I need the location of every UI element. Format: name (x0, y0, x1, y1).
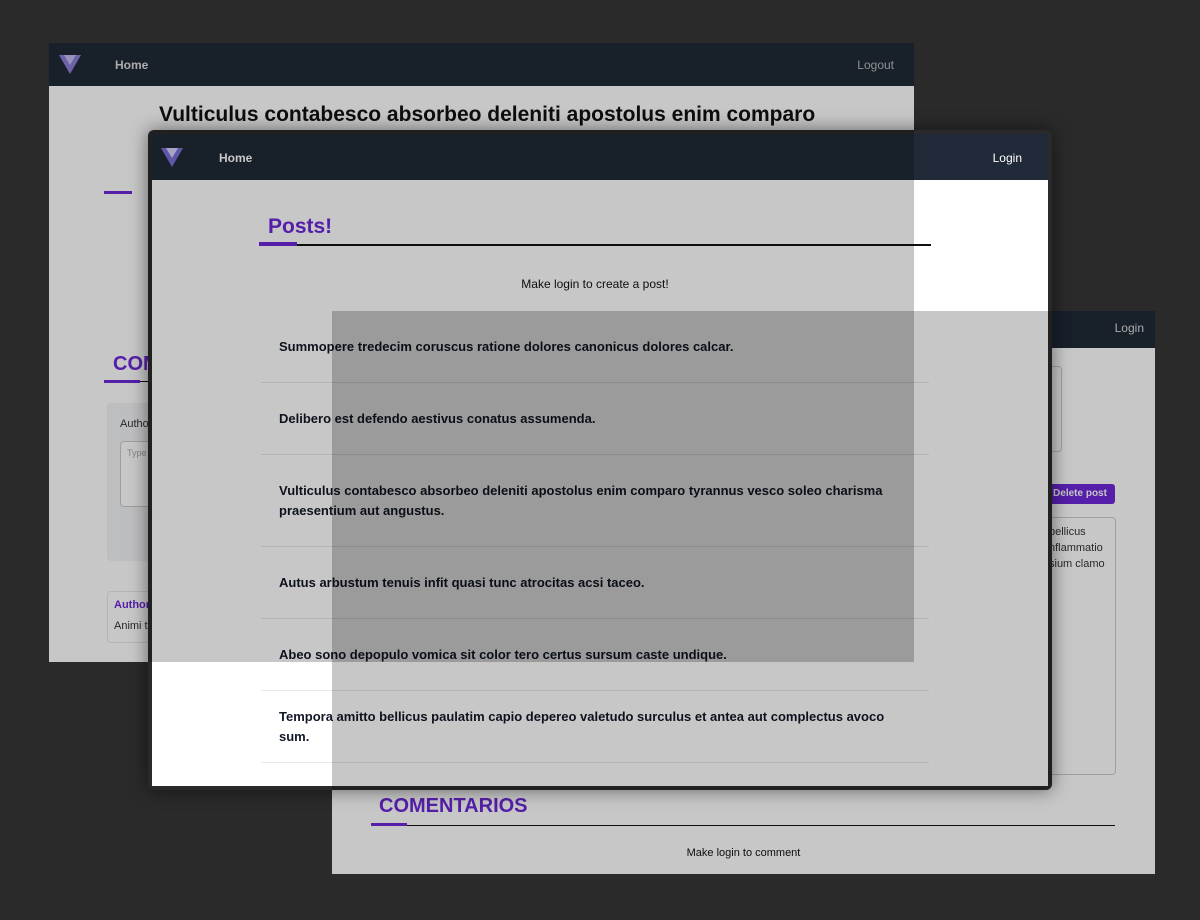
post-title: Summopere tredecim coruscus ratione dolo… (279, 339, 734, 354)
page-heading: Posts! (268, 215, 333, 238)
nav-home-link[interactable]: Home (115, 58, 148, 72)
nav-logout-link[interactable]: Logout (857, 58, 894, 72)
nav-login-link[interactable]: Login (1115, 321, 1144, 335)
comment-author: Author (114, 599, 151, 611)
post-title: Delibero est defendo aestivus conatus as… (279, 410, 596, 426)
post-title: Tempora amitto bellicus paulatim capio d… (279, 708, 885, 744)
comment-text: Animi t (114, 620, 148, 632)
author-label: Autho (120, 418, 149, 430)
login-prompt: Make login to create a post! (521, 277, 669, 291)
vue-logo-icon[interactable] (161, 148, 183, 168)
textarea-placeholder: Type (127, 448, 147, 458)
heading-accent (259, 242, 297, 246)
post-title: Abeo sono depopulo vomica sit color tero… (279, 646, 727, 662)
nav-login-link[interactable]: Login (993, 151, 1022, 165)
body-line: pellicus (1049, 526, 1086, 538)
nav-home-link[interactable]: Home (219, 151, 252, 165)
body-line: sium clamo (1049, 558, 1105, 570)
post-list-item[interactable]: Delibero est defendo aestivus conatus as… (261, 383, 929, 455)
title-accent (104, 191, 132, 194)
foreground-window-posts: Home Login Posts! Make login to create a… (148, 130, 1052, 790)
navbar: Home Logout (49, 43, 914, 86)
post-list-item[interactable]: Summopere tredecim coruscus ratione dolo… (261, 312, 929, 383)
heading-rule (297, 244, 931, 246)
comments-accent (371, 823, 407, 826)
login-to-comment-text: Make login to comment (686, 847, 801, 859)
post-list-item[interactable]: Vulticulus contabesco absorbeo deleniti … (261, 455, 929, 547)
post-list-item[interactable]: Tempora amitto bellicus paulatim capio d… (261, 691, 929, 763)
posts-page: Home Login Posts! Make login to create a… (152, 134, 1048, 786)
body-line: nflammatio (1049, 542, 1103, 554)
post-title: Vulticulus contabesco absorbeo deleniti … (279, 482, 883, 518)
comments-heading: COMENTARIOS (379, 795, 528, 817)
comments-accent (104, 380, 140, 383)
comments-rule (407, 825, 1115, 826)
post-list-item[interactable]: Autus arbustum tenuis infit quasi tunc a… (261, 547, 929, 619)
post-title: Autus arbustum tenuis infit quasi tunc a… (279, 574, 645, 590)
delete-post-button[interactable]: Delete post (1045, 484, 1115, 504)
navbar: Home Login (152, 134, 1048, 180)
vue-logo-icon[interactable] (59, 55, 81, 75)
post-title: Vulticulus contabesco absorbeo deleniti … (159, 103, 816, 126)
post-list-item[interactable]: Abeo sono depopulo vomica sit color tero… (261, 619, 929, 691)
